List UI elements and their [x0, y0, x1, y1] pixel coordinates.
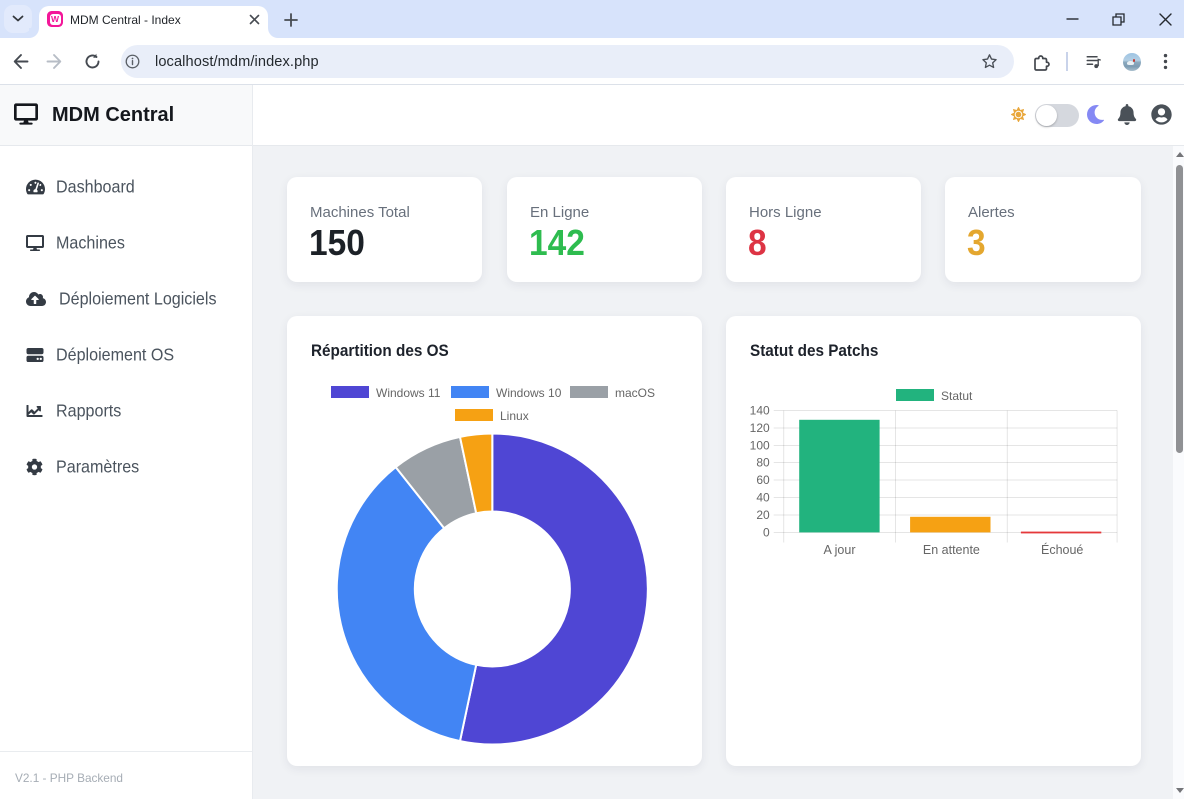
svg-text:40: 40 — [756, 491, 770, 505]
svg-text:60: 60 — [756, 473, 770, 487]
svg-text:20: 20 — [756, 508, 770, 522]
svg-text:80: 80 — [756, 456, 770, 470]
svg-text:Échoué: Échoué — [1041, 542, 1083, 557]
svg-text:140: 140 — [750, 404, 770, 418]
svg-text:A jour: A jour — [824, 543, 856, 557]
svg-text:0: 0 — [763, 526, 770, 540]
svg-text:100: 100 — [750, 439, 770, 453]
svg-text:En attente: En attente — [923, 543, 980, 557]
svg-text:120: 120 — [750, 421, 770, 435]
